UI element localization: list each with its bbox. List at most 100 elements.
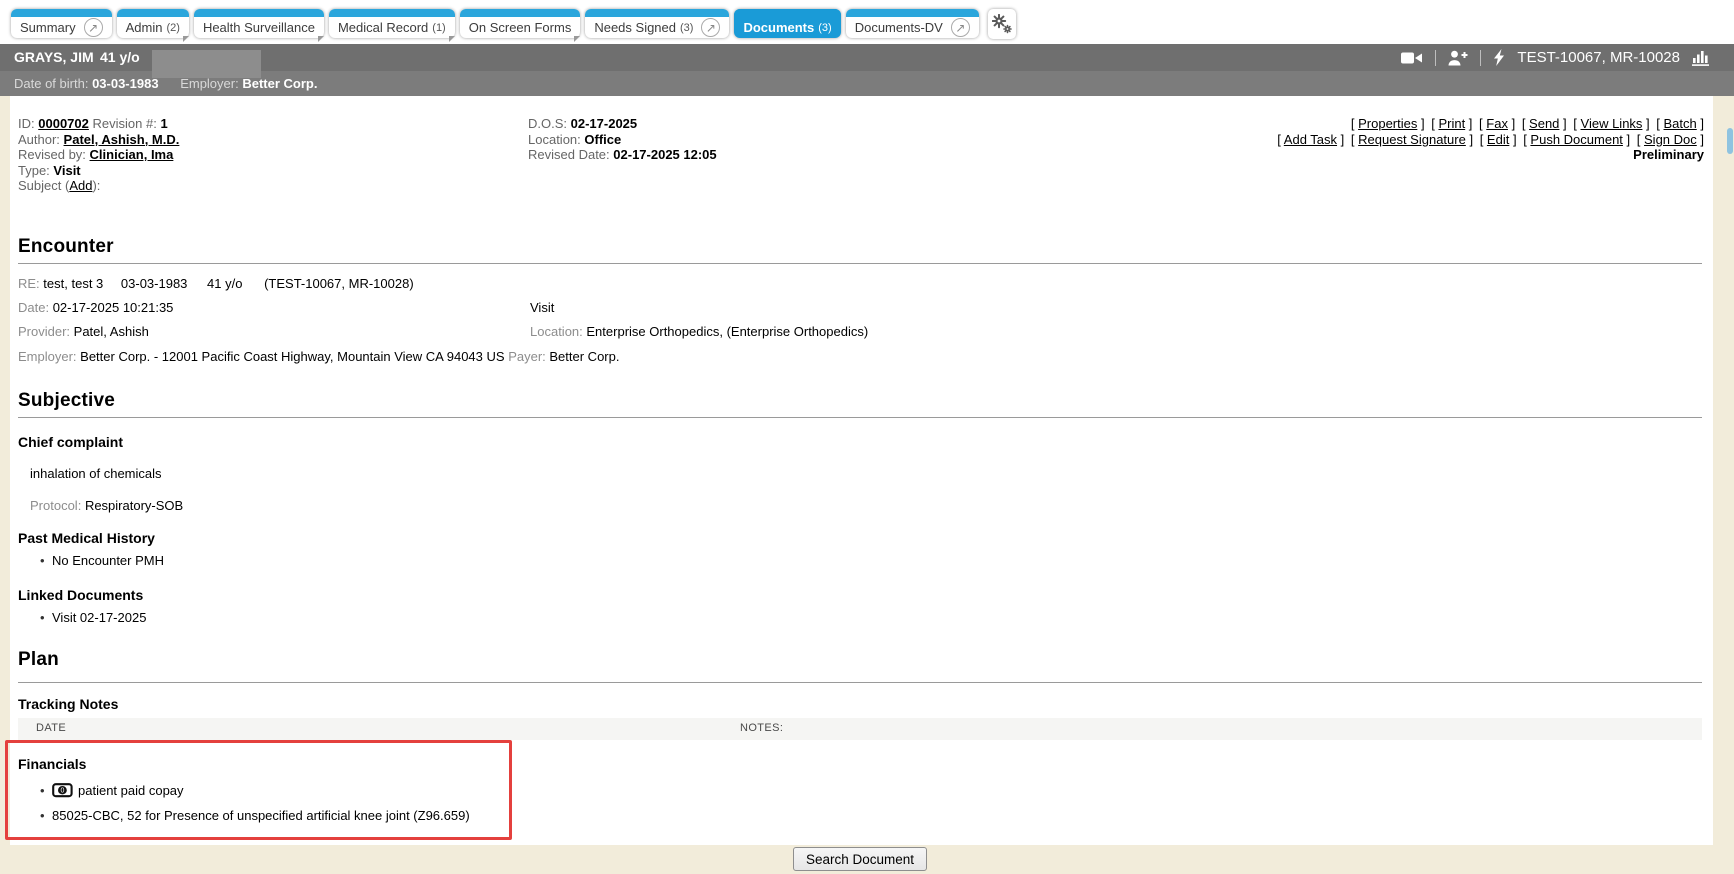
encounter-location-row: Location: Enterprise Orthopedics, (Enter… xyxy=(530,324,868,339)
subject-suffix: ): xyxy=(92,178,100,193)
tab-documents-dv[interactable]: Documents-DV ↗ xyxy=(846,9,979,38)
financial-item-text: patient paid copay xyxy=(78,783,184,798)
revision-label: Revision #: xyxy=(93,116,157,131)
encounter-provider-row: Provider: Patel, Ashish xyxy=(18,324,149,339)
popout-icon[interactable]: ↗ xyxy=(951,18,970,37)
tab-admin[interactable]: Admin (2) xyxy=(117,9,189,38)
financial-item-text: 85025-CBC, 52 for Presence of unspecifie… xyxy=(52,808,470,823)
document-page: ID: 0000702 Revision #: 1 Author: Patel,… xyxy=(10,96,1713,845)
send-link[interactable]: Send xyxy=(1529,116,1559,131)
tab-count-badge: (2) xyxy=(166,22,179,34)
tab-medical-record[interactable]: Medical Record (1) xyxy=(329,9,455,38)
encounter-location-value: Enterprise Orthopedics, (Enterprise Orth… xyxy=(586,324,868,339)
request-signature-link[interactable]: Request Signature xyxy=(1358,132,1466,147)
fax-link[interactable]: Fax xyxy=(1486,116,1508,131)
batch-link[interactable]: Batch xyxy=(1664,116,1697,131)
pmh-list-item: No Encounter PMH xyxy=(40,553,164,568)
bullet-icon xyxy=(40,610,52,625)
tab-label: Health Surveillance xyxy=(203,20,315,35)
revised-by-label: Revised by: xyxy=(18,147,86,162)
provider-value: Patel, Ashish xyxy=(74,324,149,339)
provider-label: Provider: xyxy=(18,324,70,339)
actions-row-1: Properties Print Fax Send View Links Bat… xyxy=(1274,116,1704,132)
payer-value: Better Corp. xyxy=(549,349,619,364)
tab-label: Documents xyxy=(743,20,814,35)
section-divider xyxy=(18,417,1702,418)
protocol-row: Protocol: Respiratory-SOB xyxy=(30,498,183,513)
re-record-ids: (TEST-10067, MR-10028) xyxy=(264,276,414,291)
tab-count-badge: (3) xyxy=(818,22,831,34)
tab-cap xyxy=(117,9,189,17)
type-value: Visit xyxy=(53,163,80,178)
tab-documents[interactable]: Documents (3) xyxy=(734,9,840,38)
linked-document-item: Visit 02-17-2025 xyxy=(40,610,146,625)
video-camera-icon[interactable] xyxy=(1401,50,1423,66)
settings-cogs-button[interactable] xyxy=(988,9,1016,39)
linked-item-text: Visit 02-17-2025 xyxy=(52,610,146,625)
dropdown-fold-icon xyxy=(449,36,455,42)
scrollbar-thumb[interactable] xyxy=(1727,128,1733,154)
edit-link[interactable]: Edit xyxy=(1487,132,1509,147)
document-actions: Properties Print Fax Send View Links Bat… xyxy=(1274,116,1704,163)
tab-cap xyxy=(194,9,324,17)
document-id-link[interactable]: 0000702 xyxy=(38,116,89,131)
add-user-icon[interactable] xyxy=(1448,50,1468,66)
visit-type: Visit xyxy=(530,300,554,315)
protocol-value: Respiratory-SOB xyxy=(85,498,183,513)
push-document-link[interactable]: Push Document xyxy=(1530,132,1623,147)
popout-icon[interactable]: ↗ xyxy=(84,18,103,37)
subjective-heading: Subjective xyxy=(18,390,115,412)
dropdown-fold-icon xyxy=(318,36,324,42)
tab-label: Medical Record xyxy=(338,20,428,35)
view-links-link[interactable]: View Links xyxy=(1581,116,1643,131)
cogs-icon xyxy=(992,14,1012,34)
encounter-date-row: Date: 02-17-2025 10:21:35 xyxy=(18,300,173,315)
bar-chart-icon[interactable] xyxy=(1692,49,1712,66)
tab-cap xyxy=(460,9,581,17)
bullet-icon xyxy=(40,553,52,568)
employer-value: Better Corp. xyxy=(242,76,317,91)
tab-label: Documents-DV xyxy=(855,20,943,35)
tab-needs-signed[interactable]: Needs Signed (3) ↗ xyxy=(585,9,729,38)
dropdown-fold-icon xyxy=(183,36,189,42)
properties-link[interactable]: Properties xyxy=(1358,116,1417,131)
lightning-icon[interactable] xyxy=(1493,49,1505,66)
encounter-employer-label: Employer: xyxy=(18,349,77,364)
subject-add-link[interactable]: Add xyxy=(69,178,92,193)
sign-doc-link[interactable]: Sign Doc xyxy=(1644,132,1697,147)
protocol-label: Protocol: xyxy=(30,498,81,513)
financials-heading: Financials xyxy=(18,756,86,772)
dos-value: 02-17-2025 xyxy=(571,116,638,131)
linked-documents-heading: Linked Documents xyxy=(18,587,143,603)
tab-count-badge: (3) xyxy=(680,22,693,34)
author-label: Author: xyxy=(18,132,60,147)
section-divider xyxy=(18,263,1702,264)
tab-health-surveillance[interactable]: Health Surveillance xyxy=(194,9,324,38)
re-patient-name: test, test 3 xyxy=(43,276,103,291)
patient-record-ids: TEST-10067, MR-10028 xyxy=(1517,49,1680,66)
bullet-icon xyxy=(40,808,52,823)
money-icon: 0 xyxy=(52,783,73,798)
encounter-employer-value: Better Corp. - 12001 Pacific Coast Highw… xyxy=(80,349,504,364)
type-label: Type: xyxy=(18,163,50,178)
author-link[interactable]: Patel, Ashish, M.D. xyxy=(64,132,180,147)
location-value: Office xyxy=(584,132,621,147)
tab-on-screen-forms[interactable]: On Screen Forms xyxy=(460,9,581,38)
popout-icon[interactable]: ↗ xyxy=(701,18,720,37)
column-header-notes: NOTES: xyxy=(740,722,783,734)
search-document-button[interactable]: Search Document xyxy=(793,847,927,871)
tab-summary[interactable]: Summary ↗ xyxy=(11,9,112,38)
encounter-location-label: Location: xyxy=(530,324,583,339)
re-dob: 03-03-1983 xyxy=(121,276,188,291)
revised-by-link[interactable]: Clinician, Ima xyxy=(90,147,174,162)
tab-bar: Summary ↗ Admin (2) Health Surveillance … xyxy=(0,0,1734,44)
patient-age: 41 y/o xyxy=(100,44,140,71)
financial-list-item: 85025-CBC, 52 for Presence of unspecifie… xyxy=(40,808,470,823)
print-link[interactable]: Print xyxy=(1438,116,1465,131)
add-task-link[interactable]: Add Task xyxy=(1284,132,1337,147)
tab-cap xyxy=(734,9,840,17)
dropdown-fold-icon xyxy=(574,36,580,42)
dob-label: Date of birth: xyxy=(14,76,88,91)
app-window: Summary ↗ Admin (2) Health Surveillance … xyxy=(0,0,1734,874)
document-meta-left: ID: 0000702 Revision #: 1 Author: Patel,… xyxy=(18,116,179,194)
